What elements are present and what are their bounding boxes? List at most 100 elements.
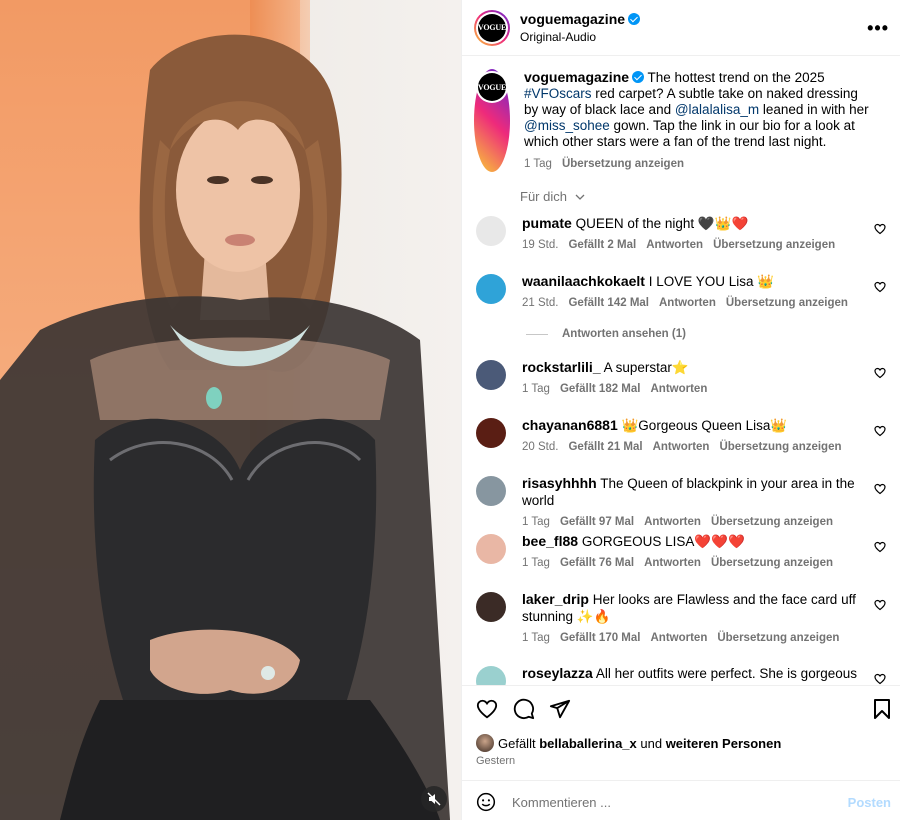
comment-like-count[interactable]: Gefällt 76 Mal [560,557,634,569]
mute-button[interactable] [421,786,447,812]
caption-username[interactable]: voguemagazine [524,69,629,85]
comment-like-heart-icon[interactable] [874,223,886,235]
sort-label: Für dich [520,189,567,204]
comment-translate-link[interactable]: Übersetzung anzeigen [711,516,833,528]
comment-reply-link[interactable]: Antworten [644,557,701,569]
view-replies-label: Antworten ansehen (1) [562,328,686,340]
commenter-username[interactable]: risasyhhhh [522,475,597,491]
commenter-avatar[interactable] [476,592,506,622]
comment-timestamp[interactable]: 1 Tag [522,557,550,569]
commenter-username[interactable]: waanilaachkokaelt [522,273,645,289]
view-replies-link[interactable]: Antworten ansehen (1) [526,328,686,340]
post-side-panel: VOGUE voguemagazine Original-Audio ••• V… [461,0,900,820]
comment-timestamp[interactable]: 1 Tag [522,516,550,528]
commenter-avatar[interactable] [476,274,506,304]
mention-link[interactable]: @miss_sohee [524,118,610,133]
comment-item: bee_fl88 GORGEOUS LISA❤️❤️❤️ 1 Tag Gefällt… [476,533,896,572]
comment-like-heart-icon[interactable] [874,281,886,293]
comment-translate-link[interactable]: Übersetzung anzeigen [717,632,839,644]
comment-text: GORGEOUS LISA❤️❤️❤️ [581,534,745,549]
comment-like-count[interactable]: Gefällt 142 Mal [568,297,649,309]
verified-badge-icon [632,71,645,83]
comment-reply-link[interactable]: Antworten [653,441,710,453]
comment-translate-link[interactable]: Übersetzung anzeigen [719,441,841,453]
likes-middle: und [636,735,666,751]
comment-timestamp[interactable]: 20 Std. [522,441,558,453]
commenter-avatar[interactable] [476,360,506,390]
commenter-avatar[interactable] [476,666,506,685]
comment-reply-link[interactable]: Antworten [650,632,707,644]
more-options-icon[interactable]: ••• [867,18,889,39]
comment-item: pumate QUEEN of the night 🖤👑❤️ 19 Std. Gef… [476,215,896,254]
comment-like-count[interactable]: Gefällt 21 Mal [568,441,642,453]
author-avatar[interactable]: VOGUE [474,9,510,46]
liker-username[interactable]: bellaballerina_x [539,736,637,751]
liker-avatar [476,734,494,752]
comment-reply-link[interactable]: Antworten [650,383,707,395]
comment-translate-link[interactable]: Übersetzung anzeigen [726,297,848,309]
hashtag-link[interactable]: #VFOscars [524,86,592,101]
comment-like-heart-icon[interactable] [874,367,886,379]
comment-timestamp[interactable]: 21 Std. [522,297,558,309]
comment-like-heart-icon[interactable] [874,541,886,553]
comment-like-heart-icon[interactable] [874,425,886,437]
bookmark-icon[interactable] [872,698,892,720]
comment-bubble-icon[interactable] [513,698,535,720]
comment-timestamp[interactable]: 19 Std. [522,239,558,251]
comment-like-count[interactable]: Gefällt 170 Mal [560,632,641,644]
commenter-avatar[interactable] [476,476,506,506]
replies-divider [526,333,548,335]
comment-composer: Posten [462,780,900,820]
comment-timestamp[interactable]: 1 Tag [522,383,550,395]
comment-like-heart-icon[interactable] [874,483,886,495]
post-button[interactable]: Posten [848,795,891,810]
emoji-icon[interactable] [476,792,496,812]
comment-item: waanilaachkokaelt I LOVE YOU Lisa 👑 21 St… [476,273,896,312]
likes-summary[interactable]: Gefällt bellaballerina_x und weiteren Pe… [476,734,781,752]
comment-translate-link[interactable]: Übersetzung anzeigen [711,557,833,569]
comment-like-count[interactable]: Gefällt 97 Mal [560,516,634,528]
comment-reply-link[interactable]: Antworten [646,239,703,251]
caption-text: leaned in with her [759,102,869,117]
post-date[interactable]: Gestern [476,755,515,767]
commenter-username[interactable]: laker_drip [522,591,589,607]
comment-like-heart-icon[interactable] [874,673,886,685]
caption-text: The hottest trend on the 2025 [647,70,825,85]
comment-text: QUEEN of the night 🖤👑❤️ [575,216,749,231]
post-video[interactable] [0,0,461,820]
caption-translate-link[interactable]: Übersetzung anzeigen [562,158,684,170]
likes-others-link[interactable]: weiteren Personen [666,736,782,751]
commenter-avatar[interactable] [476,418,506,448]
comment-sort-dropdown[interactable]: Für dich [520,189,585,204]
comment-item: roseylazza All her outfits were perfect.… [476,665,896,685]
comment-reply-link[interactable]: Antworten [644,516,701,528]
like-heart-icon[interactable] [476,698,498,720]
comments-section[interactable]: VOGUE voguemagazine The hottest trend on… [462,57,900,685]
comment-like-count[interactable]: Gefällt 182 Mal [560,383,641,395]
mention-link[interactable]: @lalalalisa_m [675,102,759,117]
comment-timestamp[interactable]: 1 Tag [522,632,550,644]
commenter-avatar[interactable] [476,216,506,246]
commenter-username[interactable]: roseylazza [522,665,593,681]
comment-text: A superstar⭐ [603,360,689,375]
commenter-username[interactable]: chayanan6881 [522,417,618,433]
comment-text: I LOVE YOU Lisa 👑 [648,274,775,289]
author-username[interactable]: voguemagazine [520,11,625,27]
commenter-username[interactable]: rockstarlili_ [522,359,601,375]
commenter-username[interactable]: bee_fl88 [522,533,578,549]
caption-avatar[interactable]: VOGUE [474,69,510,172]
comment-item: chayanan6881 👑Gorgeous Queen Lisa👑 20 Std… [476,417,896,456]
comment-item: risasyhhhh The Queen of blackpink in you… [476,475,896,531]
commenter-username[interactable]: pumate [522,215,572,231]
comment-translate-link[interactable]: Übersetzung anzeigen [713,239,835,251]
comment-like-heart-icon[interactable] [874,599,886,611]
caption-timestamp[interactable]: 1 Tag [524,158,552,170]
verified-badge-icon [628,13,641,25]
commenter-avatar[interactable] [476,534,506,564]
share-plane-icon[interactable] [549,698,571,720]
comment-input[interactable] [512,792,832,812]
post-caption: VOGUE voguemagazine The hottest trend on… [474,69,889,172]
comment-reply-link[interactable]: Antworten [659,297,716,309]
comment-like-count[interactable]: Gefällt 2 Mal [568,239,636,251]
audio-label[interactable]: Original-Audio [520,30,640,44]
